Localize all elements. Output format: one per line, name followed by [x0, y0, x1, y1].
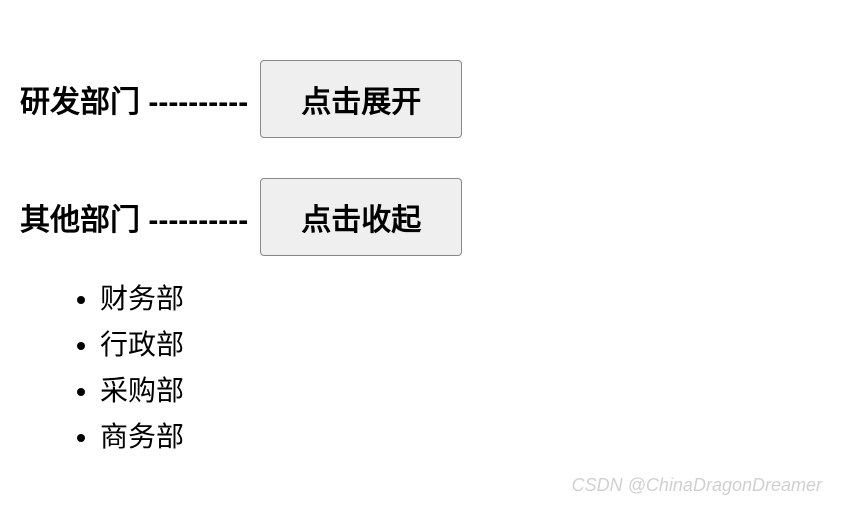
section-rd-label: 研发部门 ----------	[20, 77, 248, 121]
list-item: 财务部	[100, 276, 832, 322]
section-other-row: 其他部门 ---------- 点击收起	[20, 178, 832, 256]
section-other-label: 其他部门 ----------	[20, 195, 248, 239]
watermark: CSDN @ChinaDragonDreamer	[572, 475, 822, 496]
collapse-button-other[interactable]: 点击收起	[260, 178, 462, 256]
expand-button-rd[interactable]: 点击展开	[260, 60, 462, 138]
section-rd-row: 研发部门 ---------- 点击展开	[20, 60, 832, 138]
list-item: 商务部	[100, 414, 832, 460]
list-item: 行政部	[100, 322, 832, 368]
other-departments-list: 财务部 行政部 采购部 商务部	[100, 276, 832, 460]
list-item: 采购部	[100, 368, 832, 414]
